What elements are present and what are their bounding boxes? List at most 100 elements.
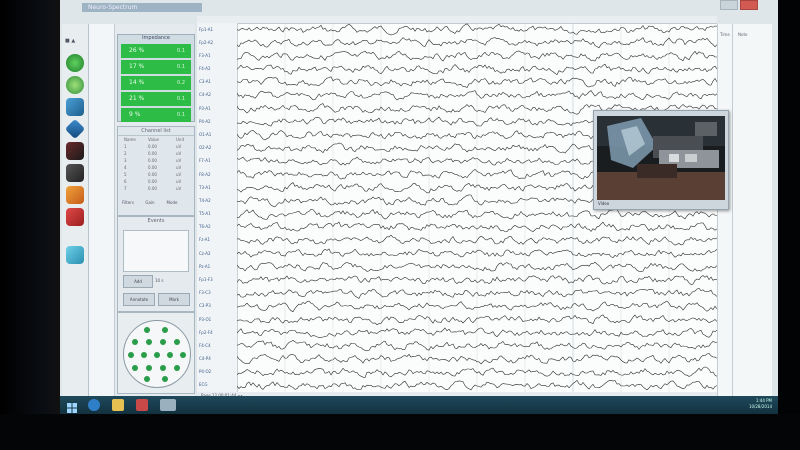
channel-label[interactable]: Fp2-F4 xyxy=(199,330,213,335)
electrode[interactable] xyxy=(144,376,150,382)
electrode[interactable] xyxy=(162,327,168,333)
channel-label[interactable]: Fz-A1 xyxy=(199,237,210,242)
gain-button[interactable]: Gain xyxy=(139,200,161,205)
impedance-row: 26 % 0.1 xyxy=(121,44,191,58)
table-row[interactable]: 1 0.00 uV xyxy=(118,143,194,150)
table-row[interactable]: 4 0.00 uV xyxy=(118,164,194,171)
channel-label[interactable]: Fp1-F3 xyxy=(199,277,213,282)
mode-button[interactable]: Mode xyxy=(161,200,183,205)
channel-label[interactable]: Pz-A1 xyxy=(199,264,210,269)
diamond-icon[interactable] xyxy=(64,118,86,140)
electrode[interactable] xyxy=(180,352,186,358)
clock[interactable]: 1:44 PM 10/28/2014 xyxy=(736,398,772,410)
electrode[interactable] xyxy=(132,339,138,345)
montage-panel xyxy=(117,312,195,394)
channel-label[interactable]: ECG xyxy=(199,382,207,387)
electrode[interactable] xyxy=(174,365,180,371)
channel-label-column: Fp1-A1 Fp2-A2 F3-A1 F4-A2 C3-A1 C4-A2 P3-A1 P4-… xyxy=(197,23,238,392)
channel-label[interactable]: P4-O2 xyxy=(199,369,211,374)
electrode[interactable] xyxy=(174,339,180,345)
channel-label[interactable]: C3-A1 xyxy=(199,79,211,84)
video-feed xyxy=(597,116,725,200)
cell: uV xyxy=(176,186,182,191)
electrode[interactable] xyxy=(167,352,173,358)
electrode[interactable] xyxy=(141,352,147,358)
channel-label[interactable]: C4-A2 xyxy=(199,92,211,97)
channel-label[interactable]: F4-C4 xyxy=(199,343,211,348)
screen: Neuro-Spectrum ■ ▲ Impedance 26 % 0.1 17 … xyxy=(60,0,778,414)
channel-label[interactable]: F3-A1 xyxy=(199,53,210,58)
media-icon[interactable] xyxy=(136,399,148,411)
cell: 3 xyxy=(124,158,127,163)
monitor-bezel-right xyxy=(778,0,800,450)
events-panel: Events Add 10 s Annotate Mark xyxy=(117,216,195,312)
channel-label[interactable]: T6-A2 xyxy=(199,224,211,229)
eeg-app-icon[interactable] xyxy=(160,399,176,411)
impedance-value: 0.1 xyxy=(177,112,185,118)
camera-icon[interactable] xyxy=(66,164,84,182)
annotate-button[interactable]: Annotate xyxy=(123,293,155,306)
file-explorer-icon[interactable] xyxy=(112,399,124,411)
channel-label[interactable]: C3-P3 xyxy=(199,303,211,308)
impedance-label: 14 % xyxy=(129,79,145,86)
table-row[interactable]: 5 0.00 uV xyxy=(118,171,194,178)
start-icon[interactable] xyxy=(66,399,78,413)
channel-label[interactable]: T3-A1 xyxy=(199,185,211,190)
electrode[interactable] xyxy=(160,339,166,345)
electrode[interactable] xyxy=(160,365,166,371)
channel-label[interactable]: O1-A1 xyxy=(199,132,211,137)
chart-icon[interactable] xyxy=(66,98,84,116)
table-row[interactable]: 2 0.00 uV xyxy=(118,150,194,157)
minimize-button[interactable] xyxy=(720,0,738,10)
electrode[interactable] xyxy=(162,376,168,382)
channel-label[interactable]: Fp1-A1 xyxy=(199,27,213,32)
cell: 0.00 xyxy=(148,179,157,184)
electrode[interactable] xyxy=(154,352,160,358)
settings-icon[interactable] xyxy=(66,246,84,264)
mark-button[interactable]: Mark xyxy=(158,293,190,306)
column-header-note: Note xyxy=(738,32,748,37)
internet-explorer-icon[interactable] xyxy=(88,399,100,411)
channel-label[interactable]: C4-P4 xyxy=(199,356,211,361)
play-icon[interactable] xyxy=(66,54,84,72)
channel-label[interactable]: P3-O1 xyxy=(199,317,211,322)
channel-label[interactable]: F4-A2 xyxy=(199,66,210,71)
column-divider xyxy=(732,24,733,396)
table-row[interactable]: 3 0.00 uV xyxy=(118,157,194,164)
impedance-value: 0.1 xyxy=(177,48,185,54)
electrode[interactable] xyxy=(128,352,134,358)
table-row[interactable]: Name Value Unit xyxy=(118,136,194,143)
table-row[interactable]: 7 0.00 uV xyxy=(118,185,194,192)
electrode[interactable] xyxy=(132,365,138,371)
channel-label[interactable]: T5-A1 xyxy=(199,211,211,216)
video-scene xyxy=(597,116,725,200)
folder-icon[interactable] xyxy=(66,186,84,204)
refresh-icon[interactable] xyxy=(66,76,84,94)
impedance-row: 9 % 0.1 xyxy=(121,108,191,122)
filters-button[interactable]: Filters xyxy=(117,200,139,205)
cell: uV xyxy=(176,151,182,156)
table-row[interactable]: 6 0.00 uV xyxy=(118,178,194,185)
electrode[interactable] xyxy=(144,327,150,333)
channel-label[interactable]: Fp2-A2 xyxy=(199,40,213,45)
annotation-list[interactable]: Time Note xyxy=(717,24,772,396)
channel-label[interactable]: O2-A2 xyxy=(199,145,211,150)
video-window[interactable]: Video xyxy=(593,110,729,210)
channel-label[interactable]: F3-C3 xyxy=(199,290,211,295)
channel-label[interactable]: Cz-A2 xyxy=(199,251,211,256)
add-event-button[interactable]: Add xyxy=(123,275,153,288)
channel-label[interactable]: P4-A2 xyxy=(199,119,211,124)
tool-strip-label: ■ ▲ xyxy=(65,38,76,44)
channel-label[interactable]: T4-A2 xyxy=(199,198,211,203)
close-button[interactable] xyxy=(740,0,758,10)
stop-icon[interactable] xyxy=(66,208,84,226)
channel-label[interactable]: F7-A1 xyxy=(199,158,210,163)
cell: 0.00 xyxy=(148,158,157,163)
electrode[interactable] xyxy=(146,339,152,345)
record-icon[interactable] xyxy=(66,142,84,160)
event-notes-field[interactable] xyxy=(123,230,189,272)
electrode[interactable] xyxy=(146,365,152,371)
channel-label[interactable]: P3-A1 xyxy=(199,106,211,111)
channel-label[interactable]: F8-A2 xyxy=(199,172,210,177)
electrode-head-map[interactable] xyxy=(123,320,191,388)
